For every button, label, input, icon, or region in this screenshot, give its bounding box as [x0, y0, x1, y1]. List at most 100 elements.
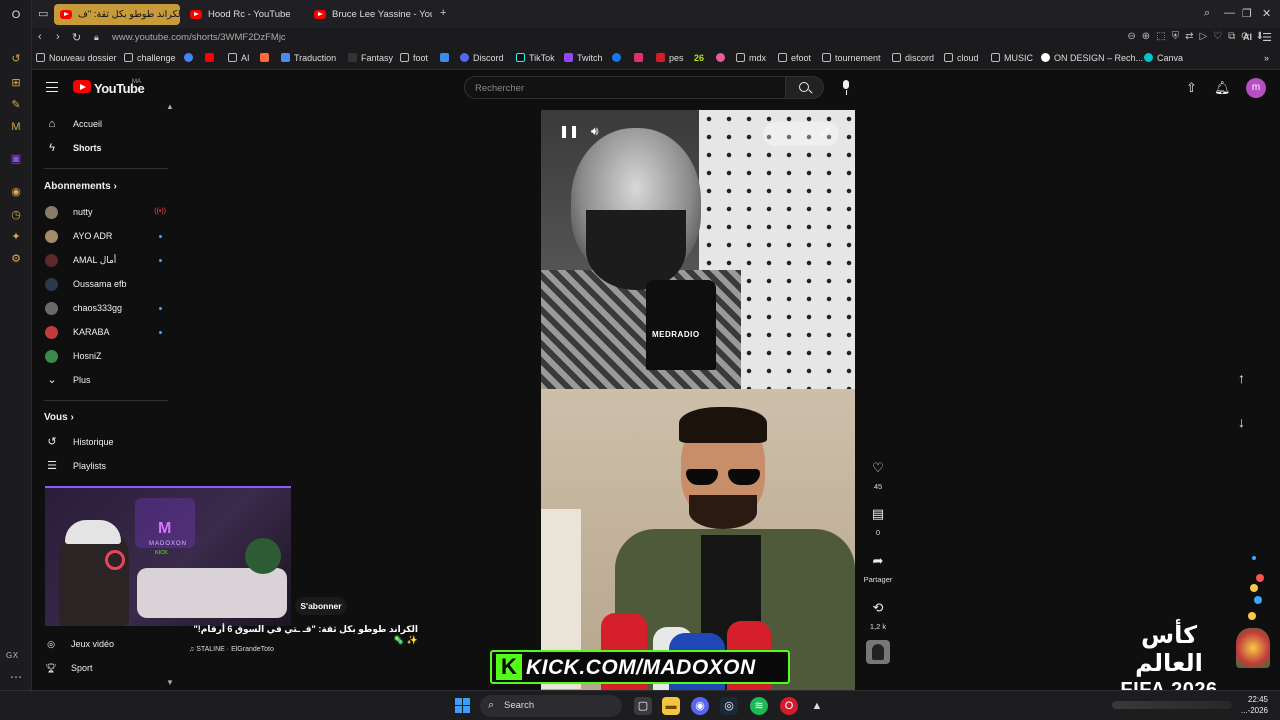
- history-back-icon[interactable]: ↺: [9, 52, 23, 66]
- close-window-icon[interactable]: ✕: [1262, 7, 1271, 20]
- previous-short-arrow-icon[interactable]: ↑: [1238, 370, 1245, 386]
- clock-icon[interactable]: ◷: [9, 208, 23, 222]
- tab-menu-icon[interactable]: ▭: [38, 7, 48, 20]
- subscription-item[interactable]: chaos333gg: [32, 298, 180, 318]
- instagram-bookmark[interactable]: [634, 53, 647, 63]
- upload-icon[interactable]: ⇧: [1186, 80, 1197, 96]
- canva-bookmark[interactable]: Canva: [1144, 53, 1183, 63]
- short-title[interactable]: الكراند طوطو بكل ثقة: "قـ ـتي في السوق 6…: [186, 624, 419, 646]
- minimize-icon[interactable]: —: [1224, 7, 1235, 19]
- volume-icon[interactable]: 🔊︎: [591, 124, 599, 139]
- sidebar-item-sport[interactable]: 🏆︎ Sport: [45, 663, 92, 674]
- short-sound[interactable]: ♫ STALINE · ElGrandeToto: [189, 646, 274, 653]
- subscription-item[interactable]: HosniZ: [32, 346, 180, 366]
- messenger-icon[interactable]: M: [9, 120, 23, 134]
- notifications-bell-icon[interactable]: 🔔︎: [1214, 80, 1231, 96]
- bookmark-link[interactable]: [716, 53, 729, 63]
- bookmark-folder[interactable]: efoot: [778, 53, 811, 63]
- extensions-icon[interactable]: ✦: [9, 230, 23, 244]
- opera-gx-icon[interactable]: O: [780, 697, 798, 715]
- google-bookmark[interactable]: [184, 53, 197, 63]
- app-icon[interactable]: ▲: [808, 697, 826, 715]
- search-input[interactable]: [475, 81, 775, 95]
- bookmark-folder[interactable]: cloud: [944, 53, 979, 63]
- bookmark-folder[interactable]: foot: [400, 53, 428, 63]
- comments-button[interactable]: ▤ 0: [860, 502, 896, 537]
- spotify-icon[interactable]: ≋: [750, 697, 768, 715]
- bookmark-folder[interactable]: MUSIC: [991, 53, 1033, 63]
- bookmark-folder[interactable]: discord: [892, 53, 934, 63]
- sidebar-item-shorts[interactable]: ϟ Shorts: [32, 138, 180, 158]
- sidebar-item-games[interactable]: ◎ Jeux vidéo: [45, 639, 114, 650]
- translate-bookmark[interactable]: Traduction: [281, 53, 336, 63]
- url-field[interactable]: www.youtube.com/shorts/3WMF2DzFMjc: [112, 32, 286, 43]
- sidebar-scroll-down-icon[interactable]: ▼: [166, 678, 174, 687]
- system-tray[interactable]: [1112, 701, 1232, 709]
- taskbar-clock[interactable]: 22:45 ...-2026: [1241, 694, 1268, 716]
- file-explorer-icon[interactable]: ▬: [662, 697, 680, 715]
- pes-bookmark[interactable]: pes: [656, 53, 684, 63]
- tiktok-bookmark[interactable]: TikTok: [516, 53, 555, 63]
- twitch-bookmark[interactable]: Twitch: [564, 53, 603, 63]
- new-tab-button[interactable]: +: [440, 7, 446, 19]
- subscription-item[interactable]: AYO ADR: [32, 226, 180, 246]
- fullscreen-icon[interactable]: ⤢: [821, 127, 829, 138]
- ai-button[interactable]: AI: [1243, 32, 1252, 42]
- windows-start-icon[interactable]: [455, 698, 471, 714]
- menu-hamburger-icon[interactable]: [46, 82, 58, 92]
- search-tabs-icon[interactable]: ⌕: [1204, 7, 1210, 20]
- menu-icon[interactable]: ☰: [1262, 31, 1272, 44]
- subscriptions-heading[interactable]: Abonnements ›: [44, 181, 117, 192]
- sound-thumbnail[interactable]: [866, 640, 890, 664]
- facebook-bookmark[interactable]: [612, 53, 625, 63]
- bookmark-link[interactable]: [260, 53, 273, 63]
- twitch-icon[interactable]: ▣: [9, 152, 23, 166]
- voice-search-mic-icon[interactable]: [839, 80, 853, 96]
- bookmark-link[interactable]: [440, 53, 453, 63]
- discord-icon[interactable]: ◉: [691, 697, 709, 715]
- task-view-icon[interactable]: ▢: [634, 697, 652, 715]
- subscription-item[interactable]: KARABA: [32, 322, 180, 342]
- youtube-logo-icon[interactable]: [73, 80, 91, 93]
- google-search-bookmark[interactable]: ON DESIGN – Rech...: [1041, 53, 1143, 63]
- youtube-bookmark[interactable]: [205, 53, 218, 63]
- workspaces-icon[interactable]: ⊞: [9, 76, 23, 90]
- taskbar-search[interactable]: ⌕ Search: [480, 695, 622, 717]
- subscribe-button[interactable]: S'abonner: [295, 597, 347, 615]
- sidebar-item-history[interactable]: ↺ Historique: [32, 432, 180, 452]
- shorts-video-player[interactable]: MEDRADIO ❚❚ 🔊︎ ⋮ ⤢: [541, 110, 855, 690]
- share-button[interactable]: ➦ Partager: [860, 549, 896, 584]
- next-short-arrow-icon[interactable]: ↓: [1238, 414, 1245, 430]
- search-box[interactable]: [464, 76, 786, 99]
- sidebar-scroll-up-icon[interactable]: ▲: [166, 102, 174, 111]
- maximize-icon[interactable]: ❐: [1242, 7, 1252, 20]
- like-button[interactable]: ♡ 45: [860, 456, 896, 491]
- remix-button[interactable]: ⟲ 1,2 k: [860, 596, 896, 631]
- sidebar-item-playlists[interactable]: ☰ Playlists: [32, 456, 180, 476]
- more-bookmarks-icon[interactable]: »: [1264, 53, 1269, 63]
- account-avatar[interactable]: m: [1246, 78, 1266, 98]
- tab-3[interactable]: Bruce Lee Yassine - YouTube: [308, 4, 432, 25]
- back-icon[interactable]: ‹: [38, 31, 42, 43]
- subscription-item[interactable]: Oussama efb: [32, 274, 180, 294]
- more-vertical-icon[interactable]: ⋮: [801, 127, 811, 138]
- sidebar-item-home[interactable]: ⌂ Accueil: [32, 114, 180, 134]
- fc26-bookmark[interactable]: 26: [694, 53, 704, 63]
- steam-icon[interactable]: ◎: [720, 697, 738, 715]
- reload-icon[interactable]: ↻: [72, 31, 81, 44]
- settings-gear-icon[interactable]: ⚙: [9, 252, 23, 266]
- opera-logo-icon[interactable]: O: [9, 8, 23, 22]
- pause-icon[interactable]: ❚❚: [559, 124, 579, 138]
- bookmark-folder[interactable]: mdx: [736, 53, 766, 63]
- show-more-button[interactable]: ⌄ Plus: [32, 370, 180, 390]
- tab-2[interactable]: Hood Rc - YouTube: [184, 4, 296, 25]
- player-icon[interactable]: ◉: [9, 185, 23, 199]
- subscription-item[interactable]: AMAL أمال: [32, 250, 180, 270]
- tab-1[interactable]: الكراند طوطو بكل ثقة: "ف...: [54, 4, 180, 25]
- bookmark-folder[interactable]: AI: [228, 53, 250, 63]
- discord-bookmark[interactable]: Discord: [460, 53, 504, 63]
- fantasy-bookmark[interactable]: Fantasy: [348, 53, 393, 63]
- bookmark-folder[interactable]: Nouveau dossier: [36, 53, 117, 63]
- forward-icon[interactable]: ›: [56, 31, 60, 43]
- subscription-item[interactable]: nutty ((•)): [32, 202, 180, 222]
